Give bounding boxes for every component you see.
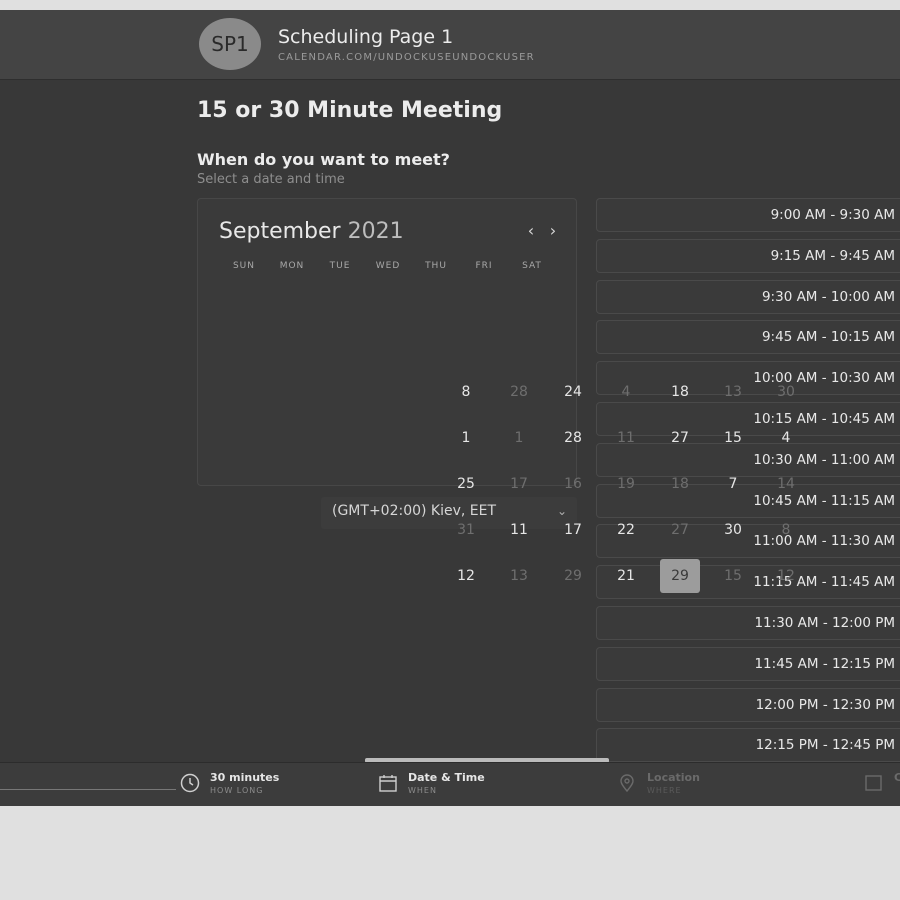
step-sublabel: HOW LONG (210, 786, 264, 795)
calendar-day[interactable]: 13 (713, 375, 753, 409)
previous-month-button[interactable]: ‹ (521, 221, 541, 241)
calendar-day[interactable]: 28 (499, 375, 539, 409)
calendar-day[interactable]: 4 (606, 375, 646, 409)
calendar-day[interactable]: 17 (553, 513, 593, 547)
calendar-day[interactable]: 25 (446, 467, 486, 501)
booking-steps-bar: 30 minutes HOW LONG Date & Time WHEN Loc… (0, 762, 900, 806)
weekday-header: SUN MON TUE WED THU FRI SAT (220, 261, 556, 271)
contact-card-icon (865, 775, 882, 791)
calendar-icon (379, 775, 397, 792)
month-year-label: September 2021 (219, 219, 404, 244)
weekday-label: WED (375, 261, 401, 271)
month-label: September (219, 219, 341, 244)
calendar-day[interactable]: 27 (660, 421, 700, 455)
time-slot-button[interactable]: 11:30 AM - 12:00 PM (596, 606, 900, 640)
scheduling-page-name: Scheduling Page 1 (278, 26, 454, 48)
calendar-day[interactable]: 30 (766, 375, 806, 409)
calendar-day[interactable]: 15 (713, 421, 753, 455)
step-sublabel: WHERE (647, 786, 682, 795)
calendar-day[interactable]: 16 (553, 467, 593, 501)
time-slot-button[interactable]: 9:30 AM - 10:00 AM (596, 279, 900, 314)
step-sublabel: WHEN (408, 786, 437, 795)
weekday-label: TUE (329, 261, 351, 271)
step-label: Location (647, 771, 700, 784)
time-slot-button[interactable]: 9:45 AM - 10:15 AM (596, 320, 900, 355)
time-slot-button[interactable]: 12:15 PM - 12:45 PM (596, 728, 900, 763)
calendar-day[interactable]: 30 (713, 513, 753, 547)
calendar-day[interactable]: 17 (499, 467, 539, 501)
calendar-day[interactable]: 31 (446, 513, 486, 547)
time-slot-button[interactable]: 11:45 AM - 12:15 PM (596, 646, 900, 681)
weekday-label: MON (279, 261, 305, 271)
calendar-day[interactable]: 11 (606, 421, 646, 455)
calendar-day[interactable]: 8 (766, 513, 806, 547)
location-pin-icon (620, 774, 634, 793)
time-slot-button[interactable]: 9:15 AM - 9:45 AM (596, 238, 900, 273)
clock-icon (180, 773, 200, 793)
calendar-day[interactable]: 24 (553, 375, 593, 409)
step-label: 30 minutes (210, 771, 280, 784)
time-slot-button[interactable]: 12:00 PM - 12:30 PM (596, 687, 900, 722)
calendar-day[interactable]: 11 (499, 513, 539, 547)
calendar-day[interactable]: 15 (713, 559, 753, 593)
meeting-title: 15 or 30 Minute Meeting (197, 98, 503, 123)
calendar-day[interactable]: 14 (766, 467, 806, 501)
calendar-day[interactable]: 29 (553, 559, 593, 593)
calendar-day[interactable]: 18 (660, 467, 700, 501)
calendar-day[interactable]: 13 (499, 559, 539, 593)
weekday-label: SAT (522, 261, 542, 271)
scheduling-app: SP1 Scheduling Page 1 CALENDAR.COM/UNDOC… (0, 10, 900, 806)
calendar-day[interactable]: 18 (660, 375, 700, 409)
avatar: SP1 (199, 18, 261, 70)
calendar-day-selected[interactable]: 29 (660, 559, 700, 593)
calendar-day[interactable]: 8 (446, 375, 486, 409)
when-heading: When do you want to meet? (197, 150, 450, 169)
year-label: 2021 (347, 219, 404, 244)
next-month-button[interactable]: › (543, 221, 563, 241)
scheduling-page-url[interactable]: CALENDAR.COM/UNDOCKUSEUNDOCKUSER (278, 52, 535, 63)
calendar-day[interactable]: 1 (446, 421, 486, 455)
calendar-day[interactable]: 28 (553, 421, 593, 455)
weekday-label: THU (425, 261, 447, 271)
when-instruction: Select a date and time (197, 172, 345, 187)
calendar-day[interactable]: 12 (446, 559, 486, 593)
calendar-day[interactable]: 7 (713, 467, 753, 501)
weekday-label: SUN (232, 261, 256, 271)
step-label: C (894, 771, 900, 784)
calendar-day[interactable]: 21 (606, 559, 646, 593)
progress-line (0, 789, 176, 790)
calendar-day[interactable]: 1 (499, 421, 539, 455)
weekday-label: FRI (475, 261, 493, 271)
time-slot-button[interactable]: 9:00 AM - 9:30 AM (596, 198, 900, 232)
calendar-day[interactable]: 22 (606, 513, 646, 547)
calendar-day[interactable]: 4 (766, 421, 806, 455)
calendar-day[interactable]: 27 (660, 513, 700, 547)
page-header: SP1 Scheduling Page 1 CALENDAR.COM/UNDOC… (0, 10, 900, 80)
calendar-day[interactable]: 12 (766, 559, 806, 593)
step-label: Date & Time (408, 771, 485, 784)
calendar-day[interactable]: 19 (606, 467, 646, 501)
